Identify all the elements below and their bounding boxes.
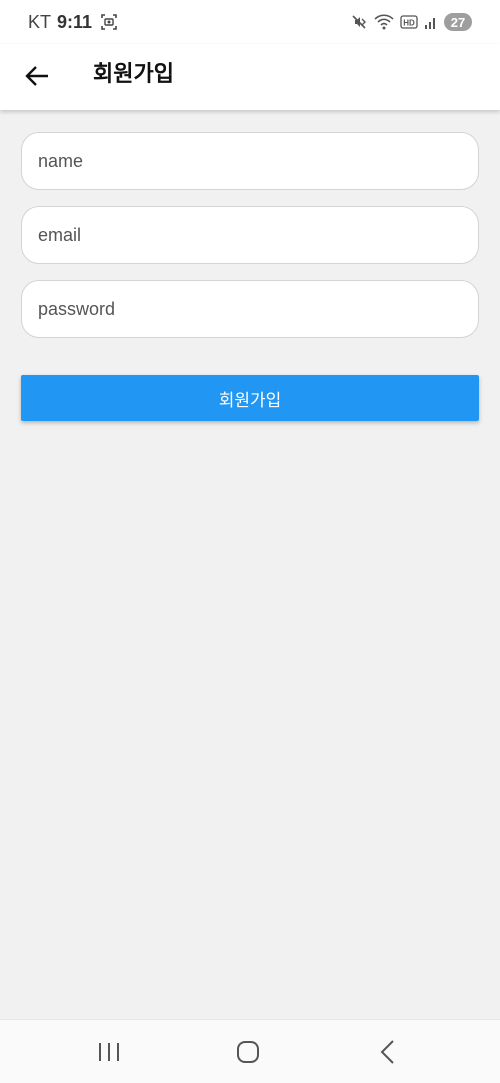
password-field-container <box>21 280 479 338</box>
home-icon[interactable] <box>233 1037 263 1067</box>
password-input[interactable] <box>22 281 478 337</box>
page-title: 회원가입 <box>93 62 174 87</box>
name-field-container <box>21 132 479 190</box>
mute-icon <box>352 15 366 29</box>
svg-text:HD: HD <box>403 19 415 28</box>
status-left: KT 9:11 <box>28 10 118 34</box>
signup-button[interactable]: 회원가입 <box>21 375 479 421</box>
status-bar: KT 9:11 HD 27 <box>0 0 500 44</box>
app-bar: 회원가입 <box>0 44 500 110</box>
screenshot-icon <box>101 14 117 30</box>
battery-indicator: 27 <box>444 13 472 31</box>
system-nav-bar <box>0 1019 500 1083</box>
wifi-icon <box>374 14 394 30</box>
clock: 9:11 <box>57 11 93 32</box>
signup-screen: KT 9:11 HD 27 회원가입 name email 회원가입 <box>0 0 500 1083</box>
name-input[interactable] <box>22 133 478 189</box>
status-right: HD 27 <box>350 10 472 34</box>
signup-form <box>21 132 479 354</box>
signal-icon <box>425 18 435 29</box>
recent-apps-icon[interactable] <box>94 1037 124 1067</box>
email-input[interactable] <box>22 207 478 263</box>
back-icon[interactable] <box>374 1037 404 1067</box>
hd-icon: HD <box>400 15 418 29</box>
carrier-label: KT <box>28 11 52 32</box>
email-field-container <box>21 206 479 264</box>
arrow-left-icon[interactable] <box>22 61 52 91</box>
